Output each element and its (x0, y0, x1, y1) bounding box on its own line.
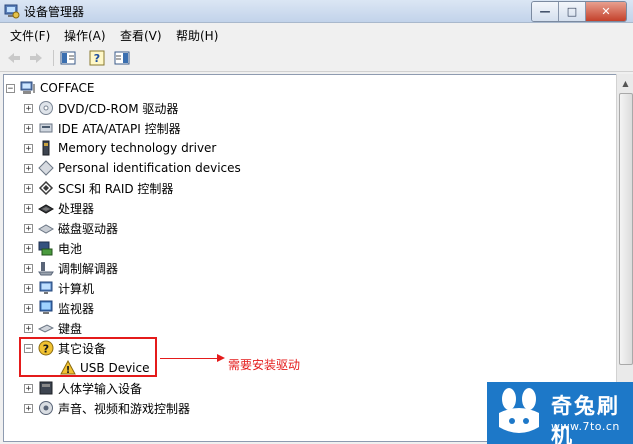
back-arrow-icon[interactable] (6, 50, 22, 66)
scroll-thumb[interactable] (619, 93, 633, 365)
expand-toggle[interactable]: + (24, 143, 33, 153)
window-title: 设备管理器 (24, 5, 85, 19)
annotation-arrow-line (160, 358, 220, 359)
tree-item-label: 计算机 (58, 281, 95, 296)
tree-root[interactable]: − COFFACE (6, 78, 95, 98)
expand-toggle[interactable]: + (24, 123, 33, 133)
tree-item-label: Memory technology driver (58, 141, 217, 155)
menu-view[interactable]: 查看(V) (120, 27, 162, 44)
dvd-drive-icon (38, 100, 54, 116)
watermark-name: 奇兔刷机 (551, 394, 620, 444)
menu-bar: 文件(F) 操作(A) 查看(V) 帮助(H) (0, 23, 633, 45)
scsi-icon (38, 180, 54, 196)
close-button[interactable]: ✕ (585, 2, 626, 21)
tree-item-sound[interactable]: + 声音、视频和游戏控制器 (24, 398, 190, 418)
tree-item-disk[interactable]: + 磁盘驱动器 (24, 218, 118, 238)
tree-item-keyboard[interactable]: + 键盘 (24, 318, 82, 338)
show-hide-tree-icon[interactable] (60, 50, 76, 66)
tree-item-memory[interactable]: + Memory technology driver (24, 138, 216, 158)
tree-item-label: 键盘 (58, 321, 83, 336)
minimize-button[interactable]: — (532, 2, 558, 21)
tree-item-computer[interactable]: + 计算机 (24, 278, 94, 298)
device-manager-icon (4, 3, 20, 19)
tree-item-dvd[interactable]: + DVD/CD-ROM 驱动器 (24, 98, 178, 118)
collapse-toggle[interactable]: − (6, 83, 15, 93)
tree-item-label: SCSI 和 RAID 控制器 (58, 181, 174, 196)
tree-item-label: Personal identification devices (58, 161, 241, 175)
help-properties-icon[interactable]: ? (89, 50, 105, 66)
tree-item-label: 调制解调器 (58, 261, 119, 276)
toolbar: ? (0, 45, 633, 72)
tree-item-modem[interactable]: + 调制解调器 (24, 258, 118, 278)
expand-toggle[interactable]: + (24, 263, 33, 273)
watermark-url: www.7to.cn (551, 420, 620, 433)
title-bar[interactable]: 设备管理器 — □ ✕ (0, 0, 633, 23)
tree-item-label: IDE ATA/ATAPI 控制器 (58, 121, 181, 136)
hid-icon (38, 380, 54, 396)
tree-item-label: 处理器 (58, 201, 95, 216)
computer-icon (38, 280, 54, 296)
expand-toggle[interactable]: + (24, 283, 33, 293)
expand-toggle[interactable]: + (24, 103, 33, 113)
forward-arrow-icon[interactable] (28, 50, 44, 66)
expand-toggle[interactable]: + (24, 383, 33, 393)
battery-icon (38, 240, 54, 256)
tree-item-scsi[interactable]: + SCSI 和 RAID 控制器 (24, 178, 173, 198)
toolbar-separator (53, 50, 54, 66)
tree-item-label: 声音、视频和游戏控制器 (58, 401, 191, 416)
scroll-up-arrow-icon[interactable]: ▲ (617, 75, 633, 92)
maximize-button[interactable]: □ (558, 2, 585, 21)
tree-item-label: DVD/CD-ROM 驱动器 (58, 101, 179, 116)
device-manager-window: 设备管理器 — □ ✕ 文件(F) 操作(A) 查看(V) 帮助(H) ? − … (0, 0, 633, 444)
annotation-arrowhead-icon (217, 354, 225, 362)
id-device-icon (38, 160, 54, 176)
computer-root-icon (20, 80, 36, 96)
menu-action[interactable]: 操作(A) (64, 27, 106, 44)
expand-toggle[interactable]: + (24, 163, 33, 173)
tree-item-ide[interactable]: + IDE ATA/ATAPI 控制器 (24, 118, 181, 138)
tree-item-processor[interactable]: + 处理器 (24, 198, 94, 218)
memory-icon (38, 140, 54, 156)
tree-item-hid[interactable]: + 人体学输入设备 (24, 378, 142, 398)
tree-item-battery[interactable]: + 电池 (24, 238, 82, 258)
modem-icon (38, 260, 54, 276)
menu-help[interactable]: 帮助(H) (176, 27, 218, 44)
tree-item-personal-id[interactable]: + Personal identification devices (24, 158, 241, 178)
expand-toggle[interactable]: + (24, 203, 33, 213)
tree-item-label: 人体学输入设备 (58, 381, 143, 396)
menu-file[interactable]: 文件(F) (10, 27, 50, 44)
expand-toggle[interactable]: + (24, 243, 33, 253)
expand-toggle[interactable]: + (24, 223, 33, 233)
highlight-box (19, 337, 157, 377)
properties-pane-icon[interactable] (114, 50, 130, 66)
annotation-text: 需要安装驱动 (228, 358, 301, 372)
svg-text:?: ? (94, 52, 100, 65)
tree-item-label: 磁盘驱动器 (58, 221, 119, 236)
rabbit-logo-icon (495, 387, 543, 439)
keyboard-icon (38, 320, 54, 336)
tree-item-label: 监视器 (58, 301, 95, 316)
disk-drive-icon (38, 220, 54, 236)
ide-controller-icon (38, 120, 54, 136)
tree-item-label: 电池 (58, 241, 83, 256)
expand-toggle[interactable]: + (24, 183, 33, 193)
expand-toggle[interactable]: + (24, 403, 33, 413)
tree-item-monitor[interactable]: + 监视器 (24, 298, 94, 318)
watermark-logo: 奇兔刷机 www.7to.cn (487, 382, 633, 444)
monitor-icon (38, 300, 54, 316)
expand-toggle[interactable]: + (24, 323, 33, 333)
sound-icon (38, 400, 54, 416)
window-controls: — □ ✕ (531, 1, 627, 22)
tree-root-label: COFFACE (40, 81, 95, 95)
processor-icon (38, 200, 54, 216)
expand-toggle[interactable]: + (24, 303, 33, 313)
